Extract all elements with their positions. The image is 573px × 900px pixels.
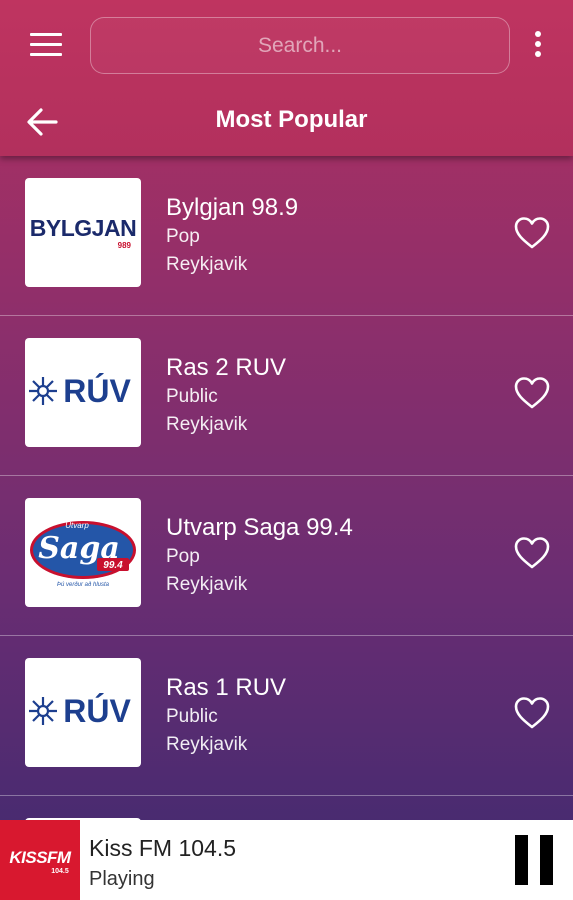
pause-icon[interactable] [512,835,556,885]
station-genre: Public [166,706,218,727]
logo-wordmark: RÚV [63,373,131,409]
station-row[interactable]: Útvarp Saga 99.4 Þú verður að hlusta Utv… [0,476,573,636]
station-name: Utvarp Saga 99.4 [166,514,353,541]
logo-prefix: Útvarp [65,521,89,530]
heart-icon[interactable] [513,216,551,250]
player-status: Playing [89,868,155,890]
station-city: Reykjavik [166,734,248,755]
page-title: Most Popular [215,106,368,133]
heart-icon[interactable] [513,696,551,730]
station-city: Reykjavik [166,574,248,595]
player-station-logo: KISSFM 104.5 [0,820,80,900]
logo-wordmark: KISSFM [9,848,72,867]
station-name: Bylgjan 98.9 [166,194,299,221]
station-logo: RÚV [25,658,141,767]
station-list: BYLGJAN 989 Bylgjan 98.9 Pop Reykjavik R… [0,156,573,858]
hamburger-menu-icon[interactable] [30,33,62,59]
more-vertical-icon[interactable] [532,31,544,61]
heart-icon[interactable] [513,536,551,570]
logo-frequency: 989 [118,241,132,250]
station-logo: BYLGJAN 989 [25,178,141,287]
station-genre: Pop [166,546,200,567]
player-station-name: Kiss FM 104.5 [89,835,236,861]
station-logo: Útvarp Saga 99.4 Þú verður að hlusta [25,498,141,607]
station-row[interactable]: RÚV Ras 2 RUV Public Reykjavik [0,316,573,476]
logo-frequency: 99.4 [103,560,123,571]
station-name: Ras 2 RUV [166,354,287,381]
station-city: Reykjavik [166,414,248,435]
logo-wordmark: RÚV [63,693,131,729]
logo-wordmark: BYLGJAN [30,215,136,241]
now-playing-bar[interactable]: KISSFM 104.5 Kiss FM 104.5 Playing [0,820,573,900]
logo-frequency: 104.5 [51,868,69,875]
station-name: Ras 1 RUV [166,674,287,701]
search-field[interactable] [90,17,510,74]
station-city: Reykjavik [166,254,248,275]
station-row[interactable]: RÚV Ras 1 RUV Public Reykjavik [0,636,573,796]
station-row[interactable]: BYLGJAN 989 Bylgjan 98.9 Pop Reykjavik [0,156,573,316]
station-genre: Pop [166,226,200,247]
heart-icon[interactable] [513,376,551,410]
search-input[interactable] [91,33,509,58]
app-header: Most Popular [0,0,573,156]
station-genre: Public [166,386,218,407]
station-logo: RÚV [25,338,141,447]
logo-tagline: Þú verður að hlusta [57,582,110,588]
